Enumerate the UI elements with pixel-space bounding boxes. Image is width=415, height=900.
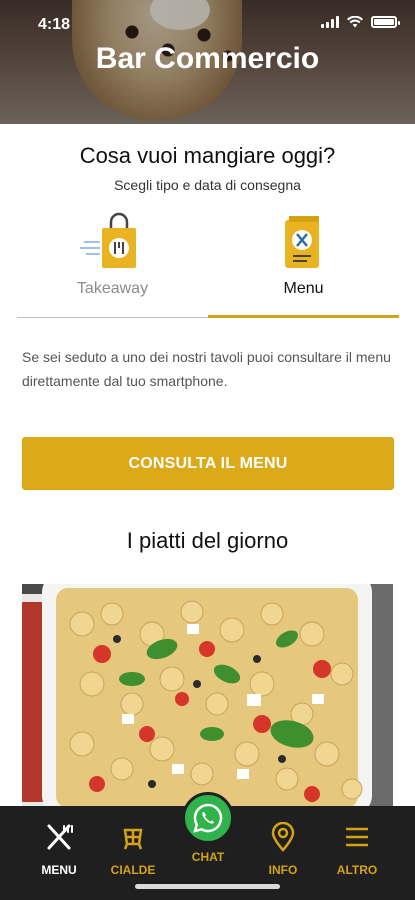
- nav-item-info[interactable]: INFO: [248, 821, 318, 877]
- tab-takeaway[interactable]: Takeaway: [17, 210, 208, 320]
- chat-button-circle: [182, 792, 234, 844]
- order-type-tabs: Takeaway Menu: [17, 210, 399, 320]
- nav-item-chat[interactable]: CHAT: [172, 792, 244, 864]
- shopping-bag-icon: [79, 212, 136, 268]
- nav-label-info: INFO: [268, 863, 298, 877]
- page-subtitle: Scegli tipo e data di consegna: [114, 177, 301, 193]
- nav-label-chat: CHAT: [191, 850, 225, 864]
- fork-knife-icon: [47, 824, 73, 850]
- tab-takeaway-label: Takeaway: [76, 280, 149, 297]
- whatsapp-icon: [193, 803, 223, 833]
- header-hero-image: 4:18 Bar Commercio: [0, 0, 415, 124]
- tab-menu[interactable]: Menu: [208, 210, 399, 320]
- status-icons: [321, 16, 400, 28]
- nav-item-cialde[interactable]: CIALDE: [98, 822, 168, 877]
- screen: 4:18 Bar Commercio Cosa vuoi mangiare og…: [0, 0, 415, 900]
- home-indicator[interactable]: [135, 884, 280, 889]
- nav-item-menu[interactable]: MENU: [24, 822, 94, 877]
- daily-dish-photo[interactable]: [22, 584, 393, 806]
- consult-menu-button[interactable]: CONSULTA IL MENU: [22, 437, 394, 490]
- signal-icon: [321, 16, 339, 28]
- cialde-icon: [123, 828, 143, 850]
- daily-dishes-title: I piatti del giorno: [126, 528, 289, 553]
- nav-item-altro[interactable]: ALTRO: [322, 822, 392, 877]
- location-pin-icon: [271, 821, 295, 852]
- app-title: Bar Commercio: [95, 42, 320, 75]
- tab-menu-label: Menu: [283, 280, 324, 297]
- wifi-icon: [347, 16, 363, 28]
- tab-active-indicator: [208, 315, 399, 318]
- menu-description: Se sei seduto a uno dei nostri tavoli pu…: [22, 349, 391, 389]
- nav-label-menu: MENU: [41, 863, 77, 877]
- hamburger-icon: [346, 827, 368, 847]
- nav-label-altro: ALTRO: [336, 863, 378, 877]
- nav-label-cialde: CIALDE: [110, 863, 156, 877]
- battery-icon: [371, 16, 400, 28]
- tabs-divider: [17, 317, 208, 318]
- status-time: 4:18: [38, 16, 71, 33]
- pasta-salad-image: [22, 584, 393, 806]
- menu-card-icon: [284, 216, 319, 268]
- page-question: Cosa vuoi mangiare oggi?: [79, 143, 336, 168]
